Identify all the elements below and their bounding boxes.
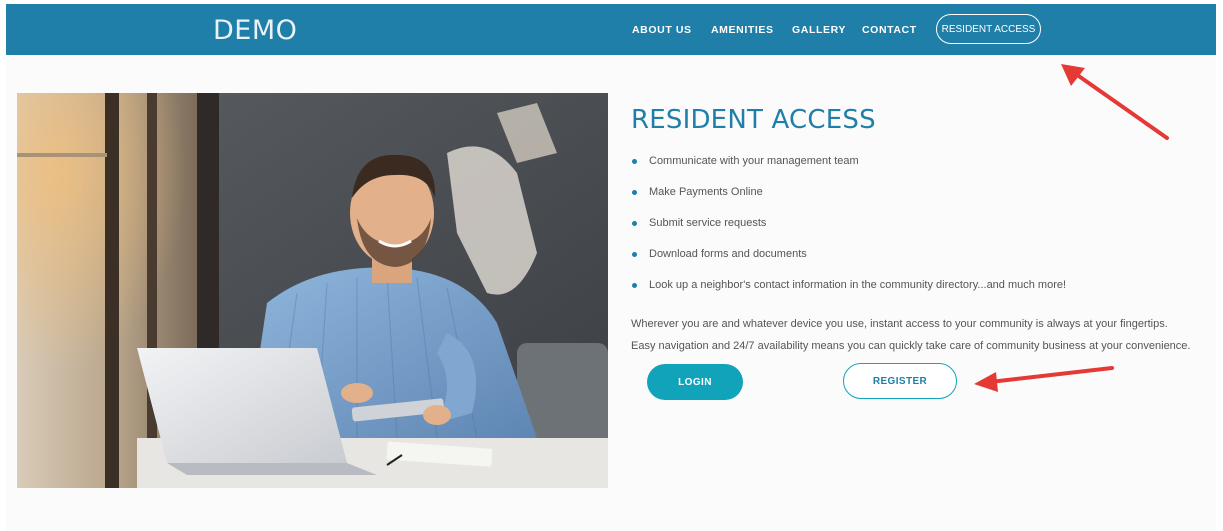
nav-resident-access-button[interactable]: RESIDENT ACCESS xyxy=(936,14,1041,44)
bullet-icon xyxy=(632,159,637,164)
hero-image xyxy=(17,93,608,488)
hero-photo-illustration xyxy=(17,93,608,488)
nav-amenities[interactable]: AMENITIES xyxy=(711,24,774,36)
feature-text: Look up a neighbor's contact information… xyxy=(649,279,1067,291)
feature-item: Make Payments Online xyxy=(631,185,1066,216)
bullet-icon xyxy=(632,252,637,257)
nav-gallery[interactable]: GALLERY xyxy=(792,24,846,36)
feature-item: Download forms and documents xyxy=(631,247,1066,278)
feature-item: Look up a neighbor's contact information… xyxy=(631,278,1066,309)
intro-paragraph-line-1: Wherever you are and whatever device you… xyxy=(631,318,1168,330)
top-nav-bar: DEMO ABOUT US AMENITIES GALLERY CONTACT … xyxy=(6,4,1216,55)
site-logo[interactable]: DEMO xyxy=(213,15,297,46)
feature-text: Communicate with your management team xyxy=(649,155,859,167)
login-button[interactable]: LOGIN xyxy=(647,364,743,400)
nav-contact[interactable]: CONTACT xyxy=(862,24,917,36)
bullet-icon xyxy=(632,221,637,226)
feature-item: Communicate with your management team xyxy=(631,154,1066,185)
bullet-icon xyxy=(632,190,637,195)
page-title: RESIDENT ACCESS xyxy=(631,105,876,135)
intro-paragraph-line-2: Easy navigation and 24/7 availability me… xyxy=(631,340,1191,352)
feature-list: Communicate with your management team Ma… xyxy=(631,154,1066,309)
feature-text: Submit service requests xyxy=(649,217,767,229)
feature-item: Submit service requests xyxy=(631,216,1066,247)
register-button[interactable]: REGISTER xyxy=(843,363,957,399)
feature-text: Make Payments Online xyxy=(649,186,763,198)
nav-about-us[interactable]: ABOUT US xyxy=(632,24,692,36)
feature-text: Download forms and documents xyxy=(649,248,807,260)
bullet-icon xyxy=(632,283,637,288)
